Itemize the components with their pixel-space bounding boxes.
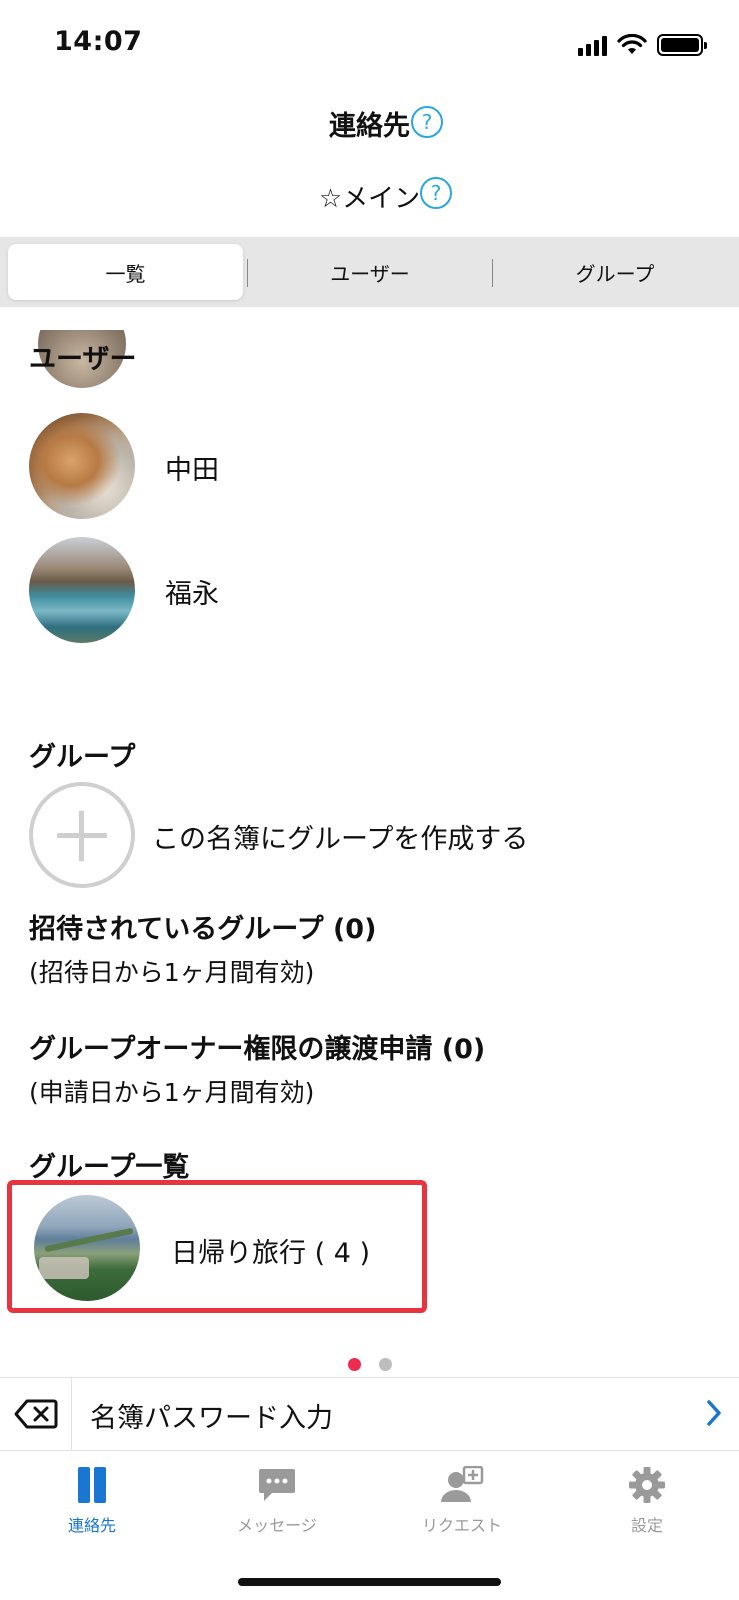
group-list-item[interactable]: 日帰り旅行 ( 4 ) — [7, 1180, 427, 1313]
wifi-icon — [617, 34, 647, 54]
header-subtitle-row: ☆メイン ? — [0, 177, 739, 215]
transfer-requests-heading: グループオーナー権限の譲渡申請 (0) — [29, 1034, 486, 1065]
user-name[interactable]: 福永 — [165, 572, 219, 611]
gear-icon — [629, 1467, 665, 1503]
bottom-tab-bar: 連絡先 メッセージ リクエスト 設定 — [0, 1452, 739, 1572]
invited-groups-note: (招待日から1ヶ月間有効) — [29, 958, 315, 987]
users-heading: ユーザー — [29, 344, 137, 375]
status-icons — [578, 30, 707, 56]
tab-list[interactable]: 一覧 — [8, 244, 243, 300]
tabbar-label: 連絡先 — [67, 1516, 116, 1535]
help-icon[interactable]: ? — [411, 106, 443, 138]
segmented-control: 一覧 ユーザー グループ — [0, 237, 739, 307]
battery-icon — [657, 34, 707, 56]
tabbar-messages[interactable]: メッセージ — [185, 1462, 369, 1536]
tabbar-settings[interactable]: 設定 — [555, 1462, 739, 1536]
group-name: 日帰り旅行 ( 4 ) — [171, 1238, 370, 1269]
message-icon — [259, 1469, 295, 1501]
segment-divider — [492, 259, 493, 287]
header-title-row: 連絡先 ? — [0, 104, 739, 143]
chevron-right-icon[interactable] — [705, 1398, 723, 1428]
home-indicator[interactable] — [238, 1578, 501, 1586]
tabbar-label: リクエスト — [421, 1516, 502, 1535]
roster-help-icon[interactable]: ? — [420, 177, 452, 209]
transfer-requests-note: (申請日から1ヶ月間有効) — [29, 1078, 315, 1107]
tabbar-requests[interactable]: リクエスト — [370, 1462, 554, 1536]
backspace-icon — [14, 1399, 57, 1429]
groups-heading: グループ — [29, 742, 136, 773]
roster-name[interactable]: ☆メイン — [319, 178, 420, 215]
request-icon — [441, 1466, 484, 1502]
tabbar-label: 設定 — [630, 1516, 663, 1535]
tabbar-label: メッセージ — [237, 1516, 317, 1535]
password-input-label[interactable]: 名簿パスワード入力 — [90, 1396, 333, 1435]
group-avatar — [34, 1195, 140, 1301]
segment-divider — [247, 259, 248, 287]
tab-users[interactable]: ユーザー — [252, 244, 488, 300]
page-title: 連絡先 — [329, 111, 410, 142]
signal-icon — [578, 34, 607, 56]
password-bar[interactable]: 名簿パスワード入力 — [0, 1377, 739, 1451]
page-dot[interactable] — [378, 1358, 392, 1371]
tab-groups[interactable]: グループ — [497, 244, 733, 300]
page-dot-active — [347, 1358, 361, 1371]
create-group-button[interactable]: この名簿にグループを作成する — [152, 817, 528, 856]
avatar[interactable] — [29, 413, 135, 519]
contacts-icon — [78, 1467, 106, 1503]
avatar[interactable] — [29, 537, 135, 643]
add-group-icon[interactable] — [29, 782, 135, 888]
status-time: 14:07 — [54, 26, 143, 57]
delete-button[interactable] — [0, 1378, 72, 1450]
page-indicator — [0, 1358, 739, 1371]
tabbar-contacts[interactable]: 連絡先 — [0, 1462, 184, 1536]
invited-groups-heading: 招待されているグループ (0) — [29, 914, 377, 945]
group-list-heading: グループ一覧 — [29, 1152, 190, 1183]
user-name[interactable]: 中田 — [165, 448, 219, 487]
